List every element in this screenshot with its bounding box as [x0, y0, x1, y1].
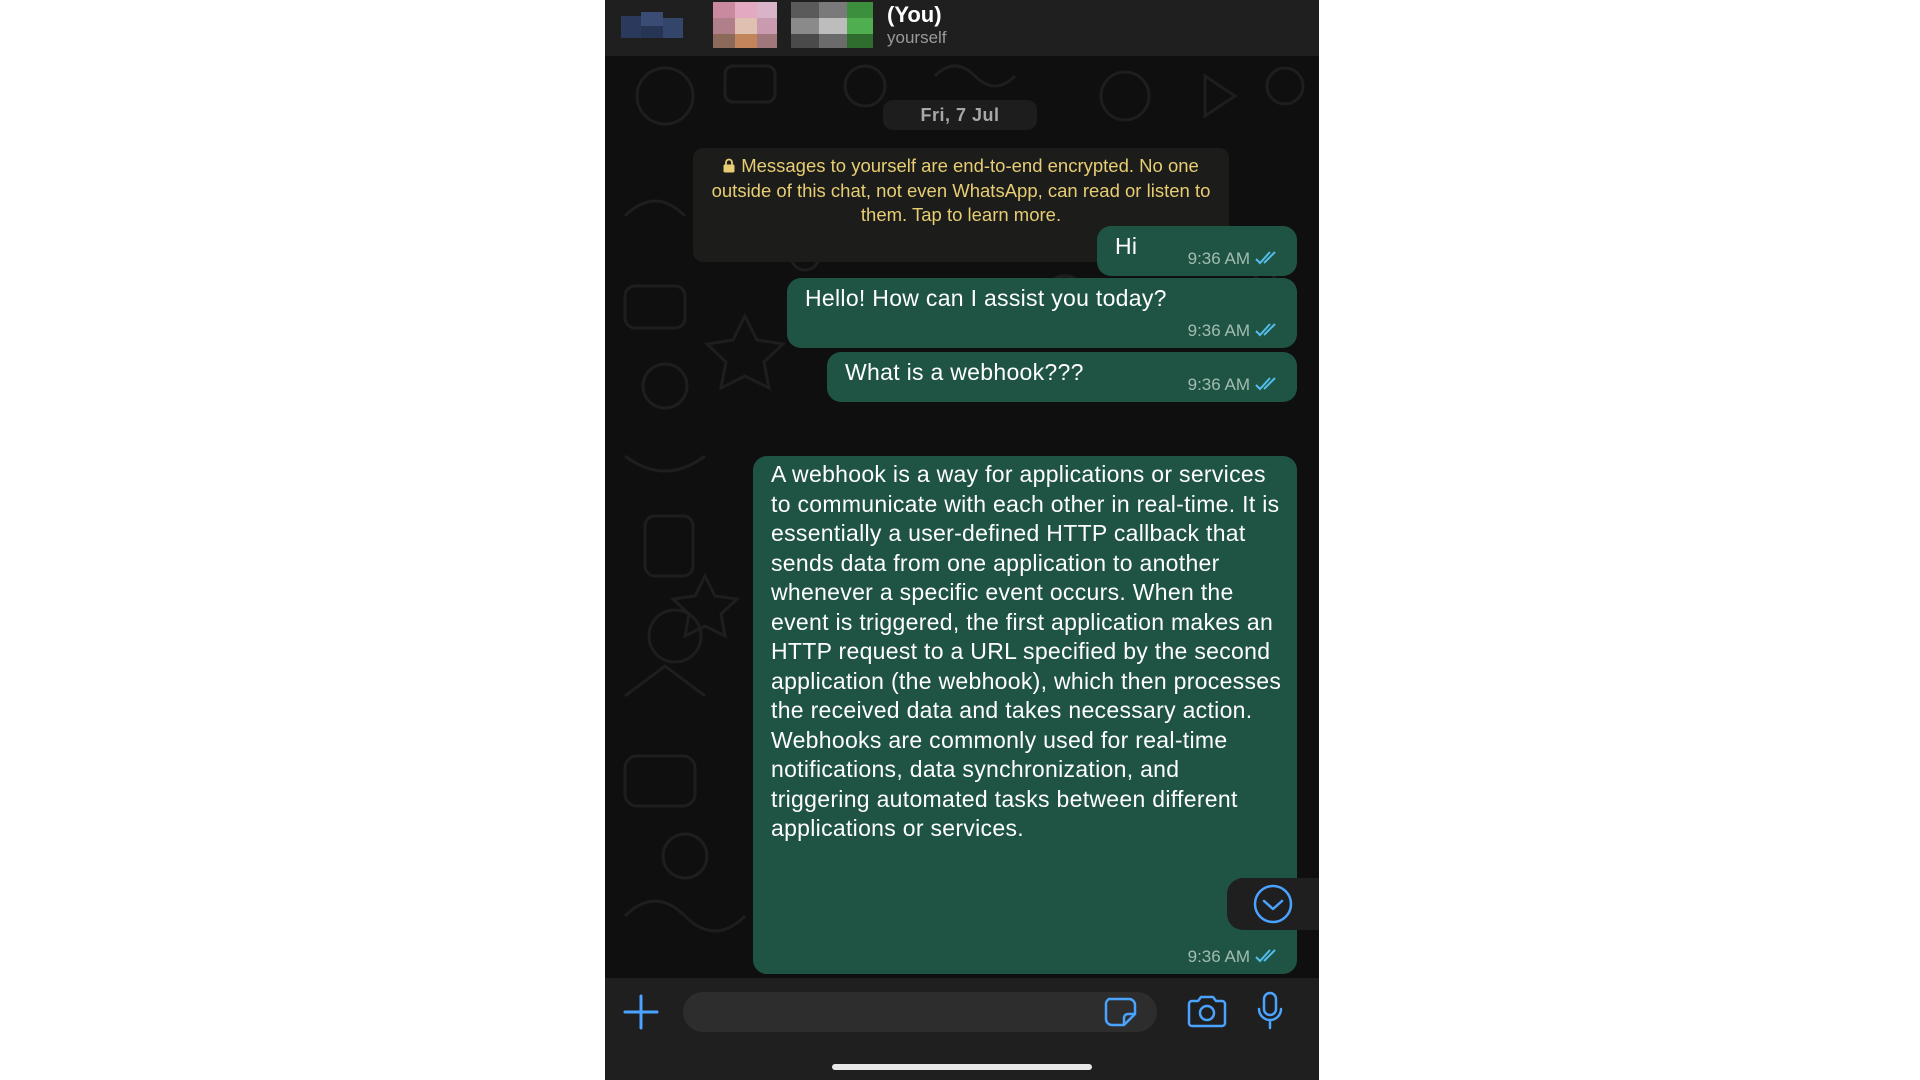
scroll-to-bottom-button[interactable]: [1227, 878, 1319, 930]
back-button[interactable]: [621, 12, 683, 42]
message-meta: 9:36 AM: [1188, 948, 1283, 966]
microphone-icon: [1257, 991, 1283, 1030]
attach-button[interactable]: [621, 992, 661, 1032]
message-input[interactable]: [683, 992, 1157, 1032]
chat-subtitle: yourself: [887, 28, 947, 47]
double-check-icon: [1255, 251, 1276, 265]
sticker-icon: [1104, 997, 1137, 1027]
message-bubble[interactable]: Hello! How can I assist you today? 9:36 …: [787, 278, 1297, 348]
chevron-down-icon: [1253, 884, 1293, 924]
message-bubble[interactable]: A webhook is a way for applications or s…: [753, 456, 1297, 974]
message-time: 9:36 AM: [1187, 249, 1250, 268]
sticker-button[interactable]: [1103, 996, 1139, 1028]
plus-icon: [623, 994, 659, 1030]
chat-area: Fri, 7 Jul Messages to yourself are end-…: [605, 56, 1319, 978]
contact-name-redacted: [791, 2, 873, 48]
message-text: Hi: [1115, 233, 1138, 259]
date-separator: Fri, 7 Jul: [883, 100, 1037, 130]
message-text: A webhook is a way for applications or s…: [771, 461, 1282, 841]
microphone-button[interactable]: [1255, 990, 1285, 1032]
message-meta: 9:36 AM: [1188, 322, 1283, 340]
message-text: What is a webhook???: [845, 359, 1084, 385]
message-meta: 9:36 AM: [1188, 250, 1283, 268]
home-indicator[interactable]: [832, 1064, 1092, 1070]
message-time: 9:36 AM: [1187, 375, 1250, 394]
message-text: Hello! How can I assist you today?: [805, 285, 1167, 311]
message-time: 9:36 AM: [1187, 947, 1250, 966]
avatar[interactable]: [713, 2, 777, 48]
message-bubble[interactable]: What is a webhook??? 9:36 AM: [827, 352, 1297, 402]
double-check-icon: [1255, 377, 1276, 391]
message-meta: 9:36 AM: [1188, 376, 1283, 394]
message-bubble[interactable]: Hi 9:36 AM: [1097, 226, 1297, 276]
double-check-icon: [1255, 323, 1276, 337]
encryption-notice-text: Messages to yourself are end-to-end encr…: [711, 155, 1211, 225]
camera-icon: [1187, 995, 1227, 1028]
camera-button[interactable]: [1185, 994, 1229, 1030]
chat-header: (You) yourself: [605, 0, 1319, 56]
lock-icon: [723, 158, 735, 173]
phone-screen: (You) yourself Fri, 7 Jul Messages to yo…: [605, 0, 1319, 1080]
message-time: 9:36 AM: [1187, 321, 1250, 340]
chat-title[interactable]: (You): [887, 2, 942, 28]
double-check-icon: [1255, 949, 1276, 963]
